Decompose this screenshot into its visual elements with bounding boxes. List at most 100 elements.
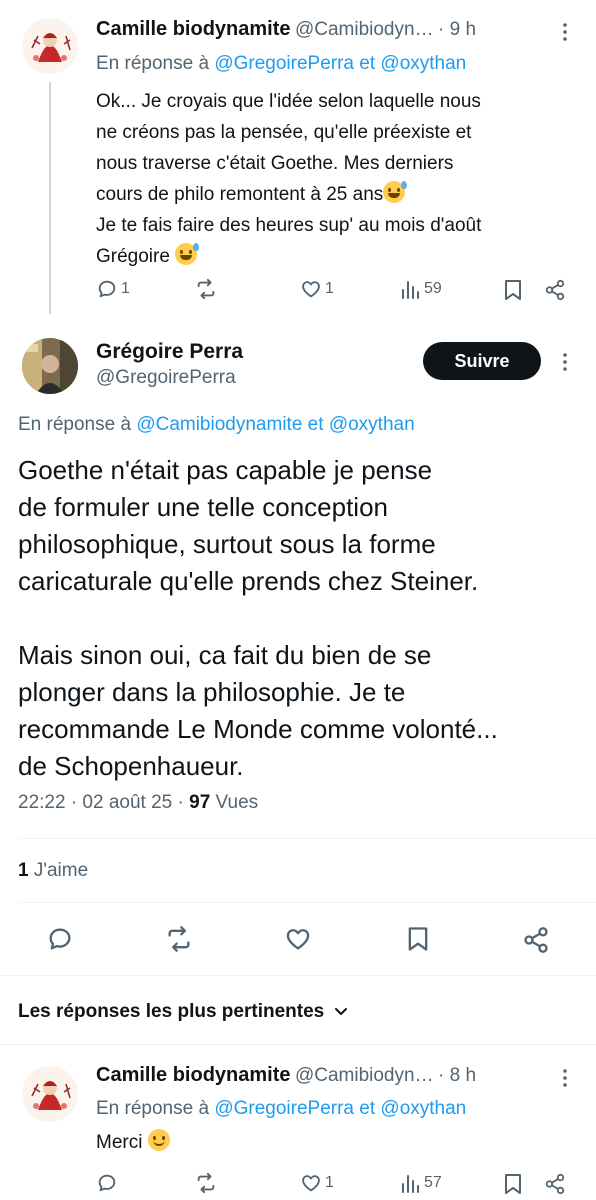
post-time[interactable]: · 8 h bbox=[438, 1065, 476, 1086]
more-options-icon[interactable] bbox=[560, 352, 570, 377]
reply-and: et bbox=[359, 1098, 376, 1119]
sort-label: Les réponses les plus pertinentes bbox=[18, 1001, 325, 1022]
avatar-camille-image bbox=[22, 18, 78, 74]
bookmark-icon bbox=[505, 280, 521, 300]
views-button[interactable]: 59 bbox=[400, 278, 442, 300]
thread-line bbox=[49, 82, 51, 314]
chevron-down-icon bbox=[335, 1008, 348, 1015]
share-button[interactable] bbox=[544, 278, 566, 302]
reply-button[interactable] bbox=[96, 1172, 118, 1194]
reply-icon bbox=[49, 928, 71, 950]
reply-mention-link[interactable]: @oxythan bbox=[329, 414, 415, 435]
grinning-sweat-emoji bbox=[175, 243, 200, 265]
avatar-camille-image bbox=[22, 1066, 78, 1122]
text-line: nous traverse c'était Goethe. Mes dernie… bbox=[96, 153, 454, 174]
text-line: Goethe n'était pas capable je pense bbox=[18, 455, 433, 485]
more-options-icon[interactable] bbox=[560, 22, 570, 47]
text-line: Grégoire bbox=[96, 246, 176, 267]
share-button[interactable] bbox=[522, 925, 550, 955]
divider bbox=[0, 1044, 596, 1045]
divider bbox=[0, 975, 596, 976]
text-line: ne créons pas la pensée, qu'elle préexis… bbox=[96, 122, 472, 143]
reply-context: En réponse à @GregoirePerra et @oxythan bbox=[96, 53, 466, 75]
bookmark-button[interactable] bbox=[503, 278, 523, 302]
divider bbox=[18, 902, 596, 903]
views-count: 59 bbox=[424, 280, 442, 297]
author-handle[interactable]: @Camibiodyn… bbox=[295, 19, 434, 40]
divider bbox=[18, 838, 596, 839]
tweet3-header: Camille biodynamite @Camibiodyn… · 8 h bbox=[96, 1064, 576, 1087]
slightly-smiling-emoji bbox=[147, 1129, 170, 1151]
main-author-handle[interactable]: @GregoirePerra bbox=[96, 367, 236, 389]
text-line: caricaturale qu'elle prends chez Steiner… bbox=[18, 566, 479, 596]
reply-mention-link[interactable]: @oxythan bbox=[380, 1098, 466, 1119]
like-button[interactable]: 1 bbox=[300, 278, 334, 300]
reply-and: et bbox=[359, 53, 376, 74]
grinning-sweat-emoji bbox=[383, 181, 408, 203]
text-line: Mais sinon oui, ca fait du bien de se bbox=[18, 640, 432, 670]
text-line: plonger dans la philosophie. Je te bbox=[18, 677, 406, 707]
tweet1-text: Ok... Je croyais que l'idée selon laquel… bbox=[96, 86, 586, 272]
tweet3-text: Merci bbox=[96, 1127, 170, 1158]
more-options-icon[interactable] bbox=[560, 1068, 570, 1093]
author-name[interactable]: Camille biodynamite bbox=[96, 1064, 291, 1086]
avatar-camille[interactable] bbox=[22, 1066, 78, 1122]
text-line: cours de philo remontent à 25 ans bbox=[96, 184, 384, 205]
share-icon bbox=[545, 1173, 565, 1195]
follow-button[interactable]: Suivre bbox=[423, 342, 541, 380]
reply-icon bbox=[98, 1174, 116, 1192]
bookmark-button[interactable] bbox=[406, 925, 430, 953]
repost-icon bbox=[168, 926, 190, 952]
text-line: philosophique, surtout sous la forme bbox=[18, 529, 436, 559]
views-button[interactable]: 57 bbox=[400, 1172, 442, 1194]
repost-button[interactable] bbox=[194, 278, 218, 300]
sort-replies-dropdown[interactable]: Les réponses les plus pertinentes bbox=[18, 1001, 348, 1023]
reply-prefix: En réponse à bbox=[96, 1098, 210, 1119]
bookmark-icon bbox=[505, 1174, 521, 1194]
like-button[interactable] bbox=[284, 925, 312, 953]
reply-count: 1 bbox=[121, 280, 130, 297]
likes-label: J'aime bbox=[33, 860, 89, 881]
reply-mention-link[interactable]: @GregoirePerra bbox=[214, 53, 354, 74]
reply-context: En réponse à @GregoirePerra et @oxythan bbox=[96, 1098, 466, 1120]
avatar-gregoire[interactable] bbox=[22, 338, 78, 394]
avatar-camille[interactable] bbox=[22, 18, 78, 74]
heart-icon bbox=[302, 281, 320, 298]
bookmark-button[interactable] bbox=[503, 1172, 523, 1196]
views-icon bbox=[402, 1175, 419, 1193]
post-timestamp[interactable]: 22:22 · 02 août 25 · bbox=[18, 792, 184, 813]
post-time[interactable]: · 9 h bbox=[438, 19, 476, 40]
heart-icon bbox=[302, 1175, 320, 1192]
bookmark-icon bbox=[408, 927, 428, 951]
likes-summary[interactable]: 1 J'aime bbox=[18, 860, 88, 882]
repost-button[interactable] bbox=[164, 925, 194, 953]
reply-button[interactable] bbox=[46, 925, 74, 953]
share-button[interactable] bbox=[544, 1172, 566, 1196]
tweet1-header: Camille biodynamite @Camibiodyn… · 9 h bbox=[96, 18, 576, 44]
like-count: 1 bbox=[325, 1174, 334, 1191]
repost-button[interactable] bbox=[194, 1172, 218, 1194]
repost-icon bbox=[197, 1172, 215, 1194]
text-line: Ok... Je croyais que l'idée selon laquel… bbox=[96, 91, 481, 112]
author-name[interactable]: Camille biodynamite bbox=[96, 18, 291, 40]
main-author-name[interactable]: Grégoire Perra bbox=[96, 340, 243, 364]
reply-prefix: En réponse à bbox=[18, 414, 132, 435]
like-button[interactable]: 1 bbox=[300, 1172, 334, 1194]
reply-mention-link[interactable]: @Camibiodynamite bbox=[136, 414, 302, 435]
author-handle[interactable]: @Camibiodyn… bbox=[295, 1065, 434, 1086]
likes-count: 1 bbox=[18, 860, 29, 881]
views-count: 57 bbox=[424, 1174, 442, 1191]
reply-mention-link[interactable]: @GregoirePerra bbox=[214, 1098, 354, 1119]
timestamp-row: 22:22 · 02 août 25 · 97 Vues bbox=[18, 792, 258, 814]
views-count: 97 bbox=[189, 792, 211, 813]
like-count: 1 bbox=[325, 280, 334, 297]
text-line: de Schopenhaueur. bbox=[18, 751, 244, 781]
main-tweet-text: Goethe n'était pas capable je pense de f… bbox=[18, 452, 588, 785]
views-icon bbox=[402, 281, 419, 299]
share-icon bbox=[524, 927, 548, 953]
reply-button[interactable]: 1 bbox=[96, 278, 130, 300]
reply-prefix: En réponse à bbox=[96, 53, 210, 74]
share-icon bbox=[545, 279, 565, 301]
reply-mention-link[interactable]: @oxythan bbox=[380, 53, 466, 74]
